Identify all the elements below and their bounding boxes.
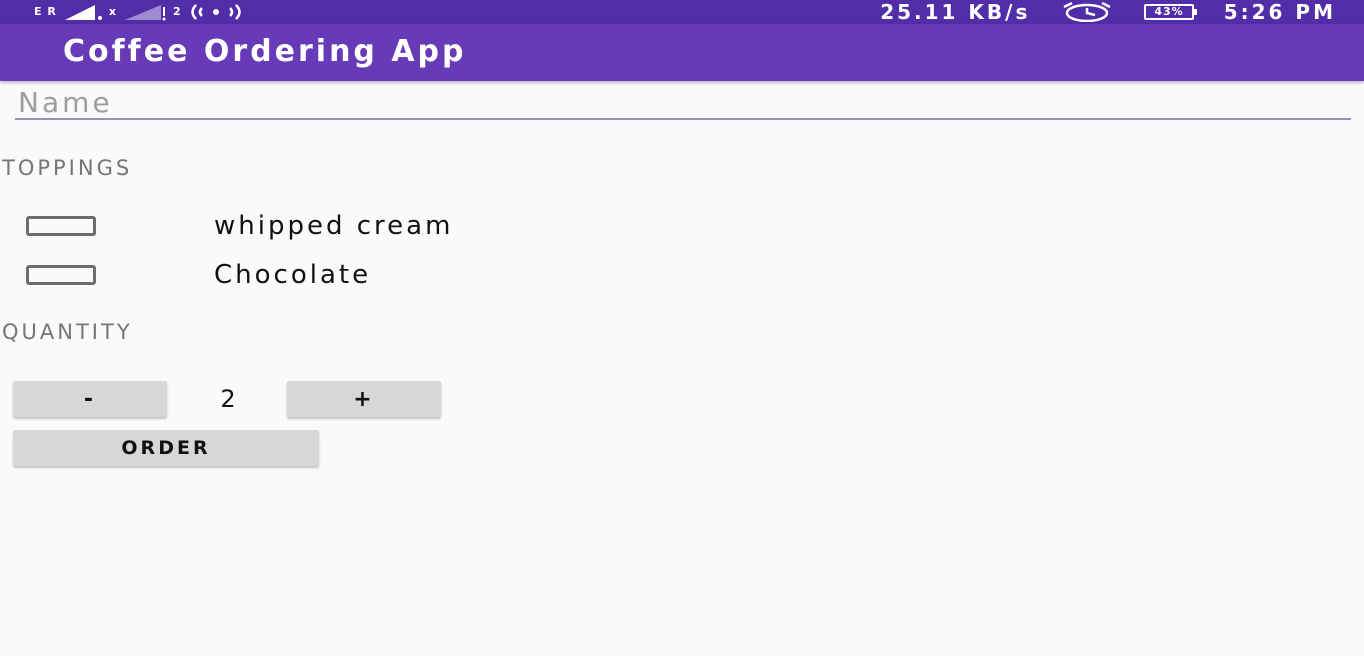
topping-row-whipped-cream[interactable]: whipped cream bbox=[26, 211, 450, 241]
status-bar: E R x 2 25.11 KB/s 43% 5:26 PM bbox=[0, 0, 1364, 24]
topping-row-chocolate[interactable]: Chocolate bbox=[26, 260, 368, 290]
decrement-button[interactable]: - bbox=[13, 381, 167, 417]
signal-strength-weak-icon bbox=[124, 5, 166, 21]
status-icons-right: 25.11 KB/s 43% 5:26 PM bbox=[880, 0, 1336, 24]
quantity-value: 2 bbox=[220, 385, 236, 413]
whipped-cream-checkbox[interactable] bbox=[26, 216, 96, 236]
hotspot-icon bbox=[190, 4, 241, 20]
name-input[interactable] bbox=[15, 86, 1351, 120]
app-bar: Coffee Ordering App bbox=[0, 24, 1364, 81]
alarm-clock-icon bbox=[1063, 2, 1111, 22]
toppings-header: TOPPINGS bbox=[2, 156, 133, 180]
increment-button[interactable]: + bbox=[287, 381, 441, 417]
clock-time: 5:26 PM bbox=[1223, 0, 1336, 24]
signal-sub-label-2: 2 bbox=[172, 5, 182, 18]
quantity-header: QUANTITY bbox=[2, 320, 133, 344]
signal-sub-label: x bbox=[108, 5, 117, 18]
order-button[interactable]: ORDER bbox=[13, 430, 319, 466]
network-speed: 25.11 KB/s bbox=[880, 0, 1031, 24]
signal-strength-icon bbox=[64, 5, 102, 20]
status-icons-left: E R x 2 bbox=[34, 0, 244, 24]
chocolate-checkbox[interactable] bbox=[26, 265, 96, 285]
chocolate-label[interactable]: Chocolate bbox=[214, 260, 371, 290]
app-title: Coffee Ordering App bbox=[63, 34, 467, 69]
whipped-cream-label[interactable]: whipped cream bbox=[214, 211, 453, 241]
battery-icon: 43% bbox=[1144, 4, 1198, 20]
network-type-label: E R bbox=[34, 5, 57, 18]
